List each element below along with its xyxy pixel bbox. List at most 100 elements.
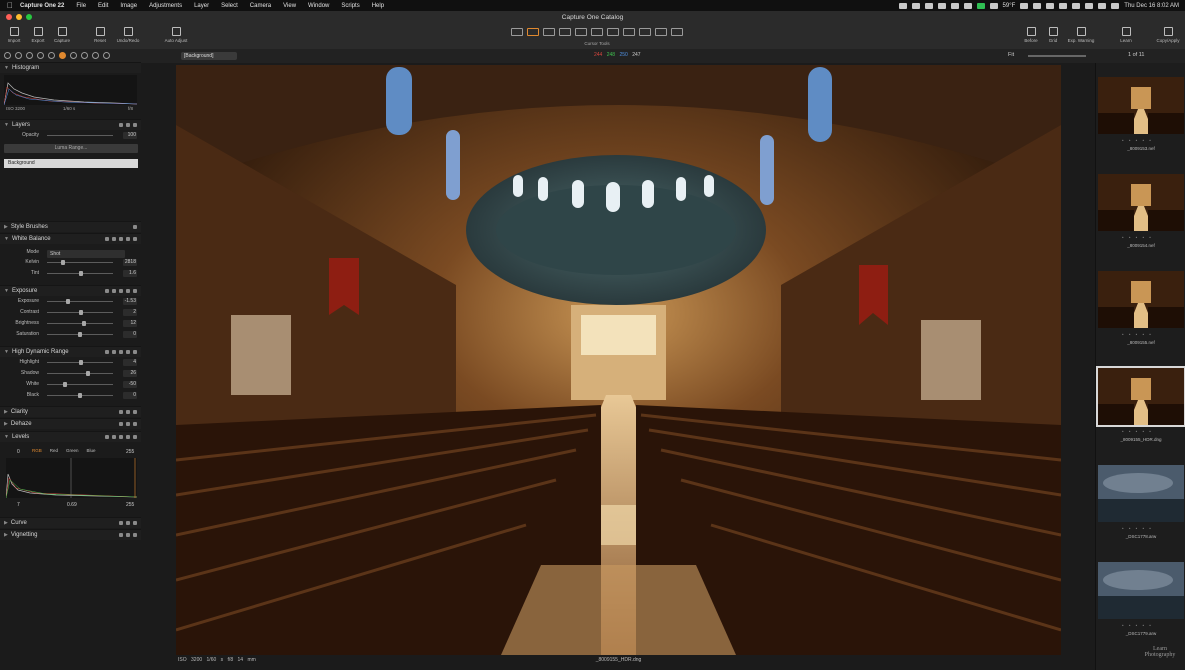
- menu-layer[interactable]: Layer: [194, 3, 209, 9]
- levels-gamma[interactable]: 0.69: [67, 502, 77, 508]
- learn-button[interactable]: Learn: [1112, 27, 1140, 43]
- app-status-icon[interactable]: [976, 2, 985, 9]
- opacity-slider[interactable]: [47, 135, 113, 136]
- zoom-fit-label[interactable]: Fit: [1008, 52, 1014, 58]
- brush-icon[interactable]: [119, 533, 123, 537]
- flag-icon[interactable]: [1020, 2, 1029, 9]
- church-interior-photo[interactable]: [176, 65, 1061, 655]
- presets-icon[interactable]: [126, 289, 130, 293]
- adj-value[interactable]: 1.6: [123, 270, 137, 277]
- weather-icon[interactable]: [989, 2, 998, 9]
- thumbnail[interactable]: [1096, 366, 1185, 427]
- brush-icon[interactable]: [119, 123, 123, 127]
- brush-icon[interactable]: [119, 422, 123, 426]
- help-icon[interactable]: [126, 533, 130, 537]
- rating-stars[interactable]: • • • • •: [1122, 623, 1153, 628]
- eraser-cursor-icon[interactable]: [623, 28, 635, 36]
- more-icon[interactable]: [133, 435, 137, 439]
- adj-slider-handle[interactable]: [60, 260, 65, 265]
- presets-icon[interactable]: [126, 237, 130, 241]
- adj-slider[interactable]: [47, 384, 113, 385]
- crop-cursor-icon[interactable]: [559, 28, 571, 36]
- more-icon[interactable]: [133, 410, 137, 414]
- dehaze-header[interactable]: ▶ Dehaze: [0, 418, 141, 429]
- brush-icon[interactable]: [119, 410, 123, 414]
- help-icon[interactable]: [126, 521, 130, 525]
- rating-stars[interactable]: • • • • •: [1122, 526, 1153, 531]
- reset-icon[interactable]: [119, 237, 123, 241]
- white-balance-header[interactable]: ▼ White Balance: [0, 233, 141, 244]
- thumbnail[interactable]: [1098, 465, 1184, 522]
- drive-icon[interactable]: [950, 2, 959, 9]
- clock[interactable]: Thu Dec 16 8:02 AM: [1124, 3, 1179, 9]
- thumbnail[interactable]: [1098, 562, 1184, 619]
- reset-icon[interactable]: [119, 289, 123, 293]
- levels-header[interactable]: ▼ Levels: [0, 431, 141, 442]
- rating-stars[interactable]: • • • • •: [1122, 235, 1153, 240]
- bluetooth-icon[interactable]: [1059, 2, 1068, 9]
- adj-slider-handle[interactable]: [62, 382, 67, 387]
- levels-tab-green[interactable]: Green: [66, 448, 79, 453]
- dropbox-icon[interactable]: [937, 2, 946, 9]
- luma-range-button[interactable]: Luma Range...: [4, 144, 138, 153]
- adj-slider-handle[interactable]: [79, 271, 84, 276]
- brush-cursor-icon[interactable]: [607, 28, 619, 36]
- zoom-cursor-icon[interactable]: [543, 28, 555, 36]
- temperature[interactable]: 59°F: [1003, 3, 1016, 9]
- brush-icon[interactable]: [105, 435, 109, 439]
- adj-slider[interactable]: [47, 323, 113, 324]
- more-icon[interactable]: [133, 521, 137, 525]
- levels-tab-red[interactable]: Red: [50, 448, 58, 453]
- more-icon[interactable]: [133, 237, 137, 241]
- more-icon[interactable]: [133, 422, 137, 426]
- rating-stars[interactable]: • • • • •: [1122, 332, 1153, 337]
- style-brushes-header[interactable]: ▶ Style Brushes: [0, 221, 141, 232]
- help-icon[interactable]: [126, 410, 130, 414]
- menu-adjustments[interactable]: Adjustments: [149, 3, 182, 9]
- clock-icon[interactable]: [924, 2, 933, 9]
- adj-slider-handle[interactable]: [65, 299, 70, 304]
- levels-histogram[interactable]: [5, 458, 138, 499]
- rating-stars[interactable]: • • • • •: [1122, 138, 1153, 143]
- levels-tab-rgb[interactable]: RGB: [32, 448, 42, 453]
- battery-icon[interactable]: [1046, 2, 1055, 9]
- adj-value[interactable]: 0: [123, 392, 137, 399]
- vignetting-header[interactable]: ▶ Vignetting: [0, 529, 141, 540]
- presets-icon[interactable]: [126, 350, 130, 354]
- more-icon[interactable]: [133, 123, 137, 127]
- thumbnail[interactable]: [1098, 271, 1184, 328]
- heal-cursor-icon[interactable]: [639, 28, 651, 36]
- brush-icon[interactable]: [105, 237, 109, 241]
- menu-window[interactable]: Window: [308, 3, 329, 9]
- histogram-header[interactable]: ▼ Histogram: [0, 62, 141, 73]
- help-icon[interactable]: [112, 237, 116, 241]
- adj-value[interactable]: -1.53: [123, 298, 137, 305]
- select-cursor-icon[interactable]: [511, 28, 523, 36]
- menu-help[interactable]: Help: [372, 3, 384, 9]
- thumbnail[interactable]: [1098, 174, 1184, 231]
- hdr-header[interactable]: ▼ High Dynamic Range: [0, 346, 141, 357]
- adj-value[interactable]: 26: [123, 370, 137, 377]
- adj-slider-handle[interactable]: [78, 393, 82, 398]
- reset-icon[interactable]: [119, 350, 123, 354]
- layers-header[interactable]: ▼ Layers: [0, 119, 141, 130]
- adj-slider-handle[interactable]: [81, 321, 86, 326]
- brush-icon[interactable]: [105, 289, 109, 293]
- brush-icon[interactable]: [119, 521, 123, 525]
- exposure-warning-button[interactable]: Exp. Warning: [1064, 27, 1098, 43]
- play-icon[interactable]: [911, 2, 920, 9]
- adj-slider[interactable]: [47, 262, 113, 263]
- menu-view[interactable]: View: [283, 3, 296, 9]
- brush-icon[interactable]: [105, 350, 109, 354]
- help-icon[interactable]: [112, 435, 116, 439]
- menu-scripts[interactable]: Scripts: [341, 3, 359, 9]
- background-layer[interactable]: Background: [4, 159, 138, 168]
- rating-stars[interactable]: • • • • •: [1122, 429, 1153, 434]
- search-icon[interactable]: [1085, 2, 1094, 9]
- pan-cursor-icon[interactable]: [527, 28, 539, 36]
- more-icon[interactable]: [133, 289, 137, 293]
- annotate-cursor-icon[interactable]: [671, 28, 683, 36]
- help-icon[interactable]: [112, 350, 116, 354]
- help-icon[interactable]: [126, 422, 130, 426]
- wifi-icon[interactable]: [1072, 2, 1081, 9]
